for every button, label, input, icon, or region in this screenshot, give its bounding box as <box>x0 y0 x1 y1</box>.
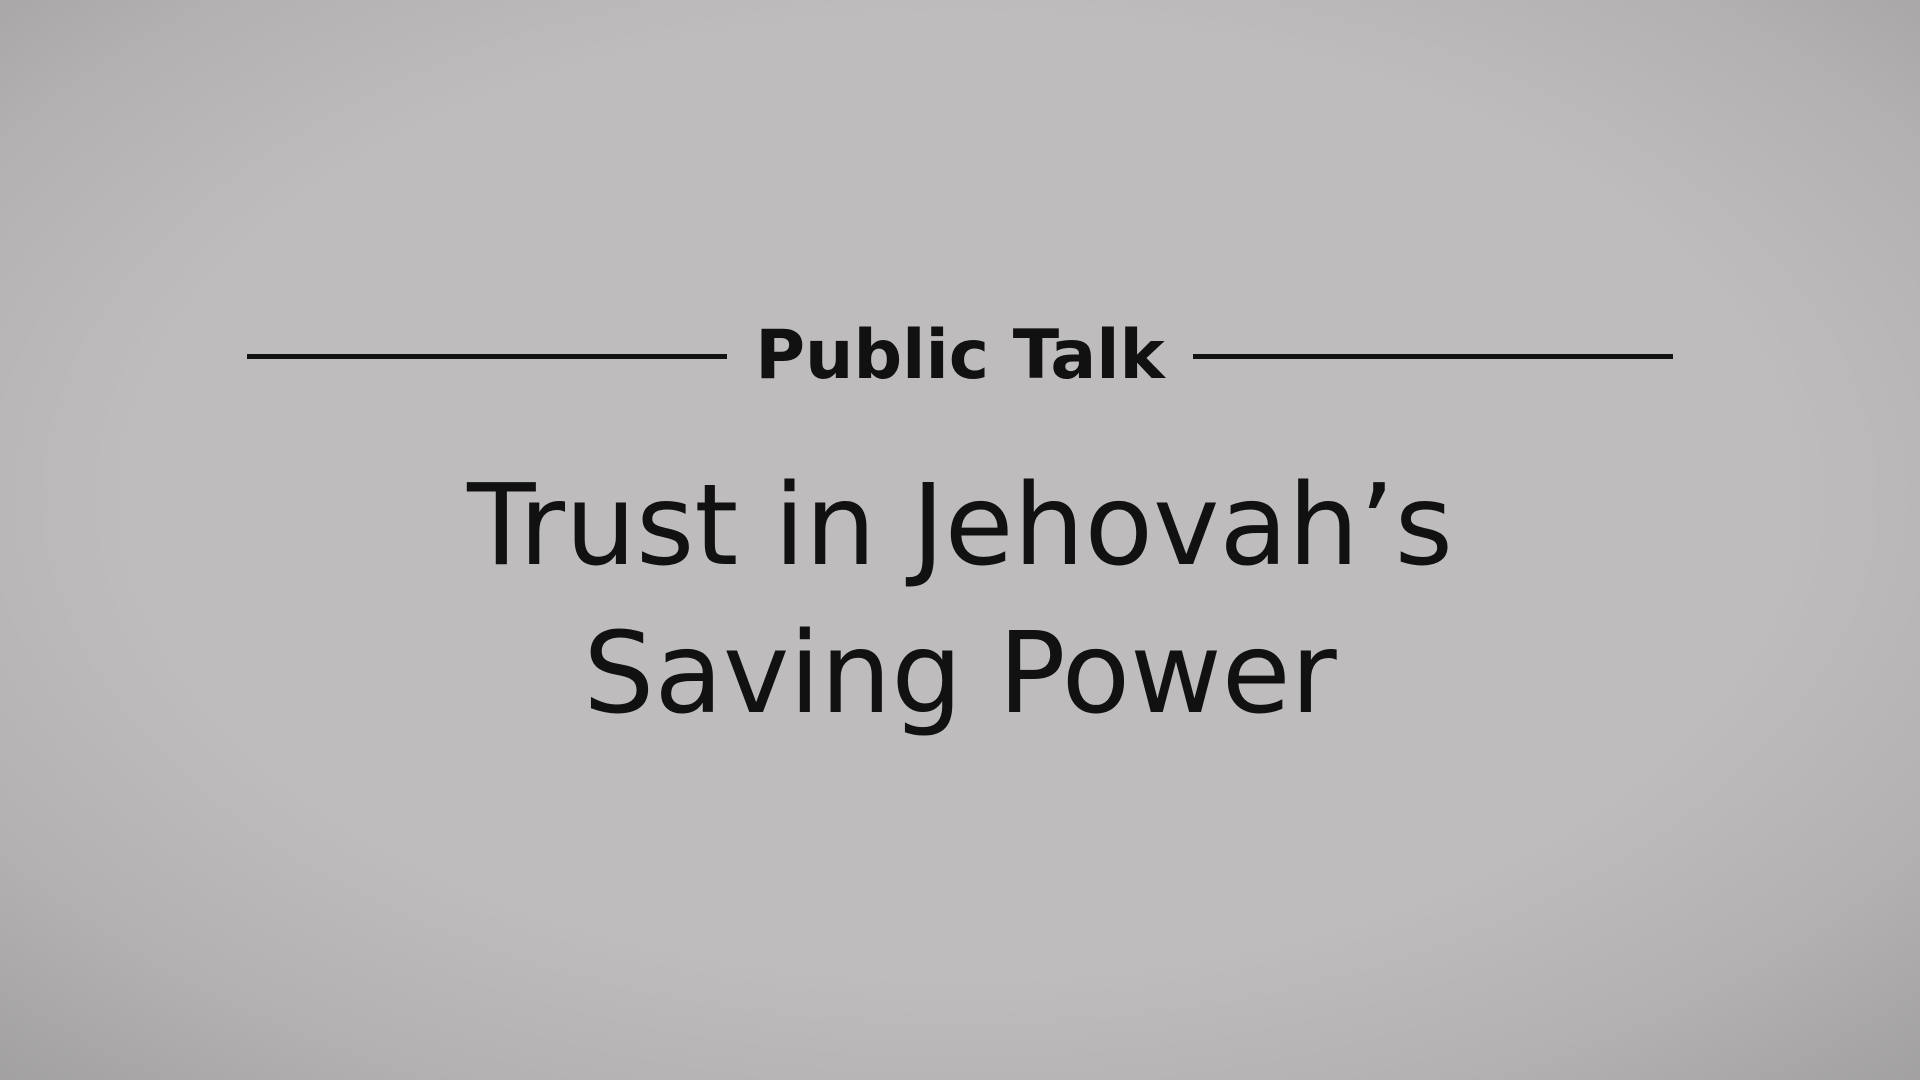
talk-title-line-2: Saving Power <box>583 609 1337 739</box>
talk-title: Trust in Jehovah’s Saving Power <box>160 452 1760 748</box>
talk-title-line-1: Trust in Jehovah’s <box>467 461 1453 591</box>
right-divider-line <box>1192 353 1673 359</box>
left-divider-line <box>247 353 728 359</box>
section-heading: Public Talk <box>247 314 1673 398</box>
category-label: Public Talk <box>755 316 1165 395</box>
title-slide: Public Talk Trust in Jehovah’s Saving Po… <box>0 0 1920 1080</box>
